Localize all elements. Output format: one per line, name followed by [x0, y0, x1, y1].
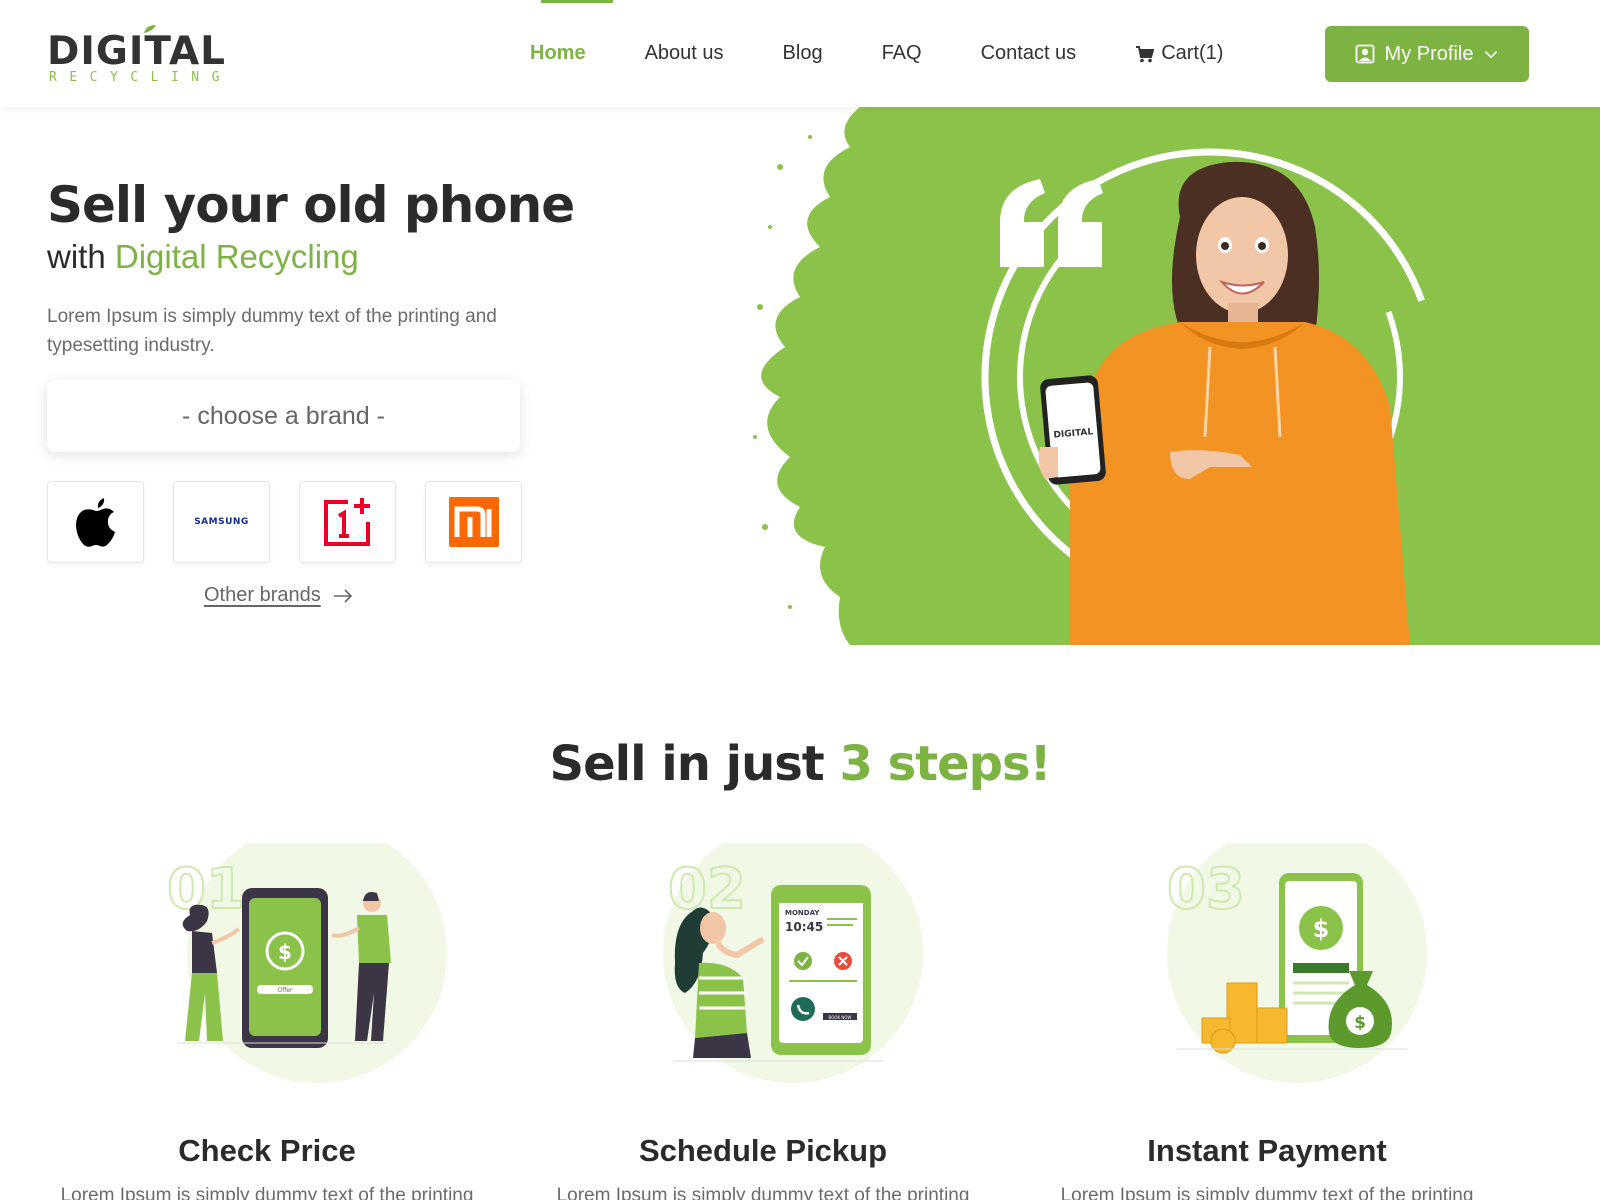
- hero-subtitle-accent: Digital Recycling: [114, 238, 359, 275]
- step-3-number: 03: [1167, 857, 1245, 922]
- hero-artwork: DIGITAL: [753, 107, 1600, 645]
- step-3-illustration: 03 $ $: [1027, 843, 1507, 1093]
- arrow-right-icon: [333, 588, 352, 603]
- user-icon: [1355, 44, 1374, 64]
- money-bag-icon: $: [1354, 1013, 1366, 1033]
- cart-icon: [1136, 45, 1155, 62]
- pickup-day: MONDAY: [785, 909, 820, 917]
- other-brands-link[interactable]: Other brands: [204, 584, 353, 607]
- step-1-description: Lorem Ipsum is simply dummy text of the …: [60, 1185, 474, 1200]
- step-3-description: Lorem Ipsum is simply dummy text of the …: [1060, 1185, 1474, 1200]
- step-2-description: Lorem Ipsum is simply dummy text of the …: [556, 1185, 970, 1200]
- logo-tagline: RECYCLING: [49, 70, 232, 85]
- apple-logo-icon: [75, 498, 115, 547]
- mi-logo-icon: [448, 497, 499, 547]
- site-header: DIGITAL RECYCLING Home About us Blog FAQ…: [0, 0, 1600, 107]
- step-2-title: Schedule Pickup: [638, 1133, 888, 1168]
- pickup-time: 10:45: [785, 920, 823, 934]
- steps-title-prefix: Sell in just: [549, 736, 840, 792]
- step-schedule-pickup: 02 MONDAY 10:45 BOOK NOW Schedule Pickup…: [523, 843, 1003, 1200]
- my-profile-button[interactable]: My Profile: [1325, 26, 1529, 82]
- step-1-title: Check Price: [178, 1133, 356, 1168]
- steps-title-accent: 3 steps!: [839, 736, 1051, 792]
- dollar-icon: $: [278, 940, 292, 964]
- brand-tile-apple[interactable]: [47, 481, 144, 563]
- brand-tile-samsung[interactable]: SAMSUNG: [173, 481, 270, 563]
- brand-tiles: SAMSUNG: [47, 481, 522, 563]
- hero-subtitle: with Digital Recycling: [47, 238, 359, 276]
- my-profile-label: My Profile: [1384, 42, 1474, 65]
- nav-faq[interactable]: FAQ: [882, 42, 922, 65]
- step-check-price: 01 $ Offer Check Price Lorem Ipsum is si…: [27, 843, 507, 1200]
- step-instant-payment: 03 $ $ Instant Payment Lorem Ipsum is si…: [1027, 843, 1507, 1200]
- step-2-illustration: 02 MONDAY 10:45 BOOK NOW: [523, 843, 1003, 1093]
- offer-label: Offer: [277, 987, 293, 994]
- main-nav: Home About us Blog FAQ Contact us Cart(1…: [530, 0, 1282, 107]
- nav-contact-us[interactable]: Contact us: [981, 42, 1077, 65]
- hero-subtitle-prefix: with: [47, 238, 115, 275]
- other-brands-label: Other brands: [204, 584, 321, 606]
- hero-title: Sell your old phone: [47, 176, 575, 234]
- logo-wordmark: DIGITAL: [47, 29, 227, 74]
- hero-illustration: DIGITAL: [740, 107, 1600, 645]
- chevron-down-icon: [1485, 51, 1498, 59]
- dollar-icon: $: [1313, 915, 1330, 943]
- step-3-title: Instant Payment: [1147, 1133, 1387, 1168]
- site-logo[interactable]: DIGITAL RECYCLING: [47, 24, 247, 88]
- step-1-illustration: 01 $ Offer: [27, 843, 507, 1093]
- brand-tile-mi[interactable]: [425, 481, 522, 563]
- brand-tile-oneplus[interactable]: [299, 481, 396, 563]
- steps-title: Sell in just 3 steps!: [0, 736, 1600, 792]
- brand-select[interactable]: - choose a brand -: [47, 380, 520, 452]
- nav-cart[interactable]: Cart(1): [1135, 42, 1223, 65]
- cart-label: Cart(1): [1161, 42, 1224, 64]
- oneplus-logo-icon: [323, 498, 370, 546]
- book-now-label: BOOK NOW: [829, 1015, 852, 1020]
- nav-blog[interactable]: Blog: [783, 42, 823, 65]
- samsung-logo-text: SAMSUNG: [194, 517, 249, 527]
- nav-home[interactable]: Home: [530, 42, 586, 65]
- nav-about-us[interactable]: About us: [645, 42, 724, 65]
- hero-description: Lorem Ipsum is simply dummy text of the …: [47, 306, 497, 356]
